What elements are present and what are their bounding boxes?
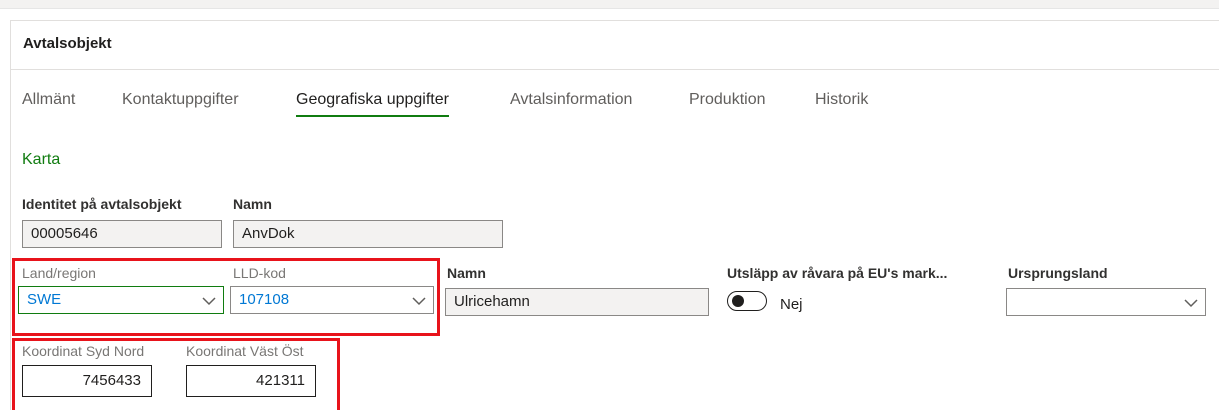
- toggle-knob: [732, 295, 744, 307]
- tab-produktion[interactable]: Produktion: [689, 91, 766, 117]
- tab-geografiska-uppgifter[interactable]: Geografiska uppgifter: [296, 91, 449, 117]
- top-strip: [0, 0, 1219, 9]
- land-region-value: SWE: [27, 291, 62, 308]
- tab-allmant[interactable]: Allmänt: [22, 91, 75, 117]
- koordinat-vast-ost-label: Koordinat Väst Öst: [186, 343, 304, 359]
- land-region-label: Land/region: [22, 265, 96, 281]
- tab-kontaktuppgifter[interactable]: Kontaktuppgifter: [122, 91, 239, 117]
- utslapp-label: Utsläpp av råvara på EU's mark...: [727, 265, 948, 281]
- karta-link[interactable]: Karta: [22, 151, 60, 169]
- koordinat-syd-nord-label: Koordinat Syd Nord: [22, 343, 145, 359]
- identity-field[interactable]: 00005646: [22, 220, 222, 248]
- ursprungsland-label: Ursprungsland: [1008, 265, 1108, 281]
- identity-label: Identitet på avtalsobjekt: [22, 196, 182, 212]
- name-top-label: Namn: [233, 196, 272, 212]
- koordinat-syd-nord-input[interactable]: 7456433: [22, 365, 152, 397]
- tab-avtalsinformation[interactable]: Avtalsinformation: [510, 91, 632, 117]
- name-region-field[interactable]: Ulricehamn: [445, 288, 709, 316]
- lld-kod-value: 107108: [239, 291, 290, 308]
- lld-kod-select[interactable]: 107108: [230, 286, 434, 314]
- koordinat-vast-ost-input[interactable]: 421311: [186, 365, 316, 397]
- ursprungsland-select[interactable]: [1006, 288, 1206, 316]
- tab-historik[interactable]: Historik: [815, 91, 868, 117]
- name-region-label: Namn: [447, 265, 486, 281]
- section-header: Avtalsobjekt: [11, 21, 1219, 70]
- lld-kod-label: LLD-kod: [233, 265, 286, 281]
- utslapp-toggle[interactable]: [727, 291, 767, 311]
- land-region-select[interactable]: SWE: [18, 286, 224, 314]
- name-top-field[interactable]: AnvDok: [233, 220, 503, 248]
- chevron-down-icon: [1184, 299, 1198, 308]
- section-title: Avtalsobjekt: [23, 35, 112, 52]
- utslapp-toggle-text: Nej: [780, 296, 803, 313]
- chevron-down-icon: [412, 297, 426, 306]
- chevron-down-icon: [202, 297, 216, 306]
- page: Avtalsobjekt Allmänt Kontaktuppgifter Ge…: [0, 0, 1219, 410]
